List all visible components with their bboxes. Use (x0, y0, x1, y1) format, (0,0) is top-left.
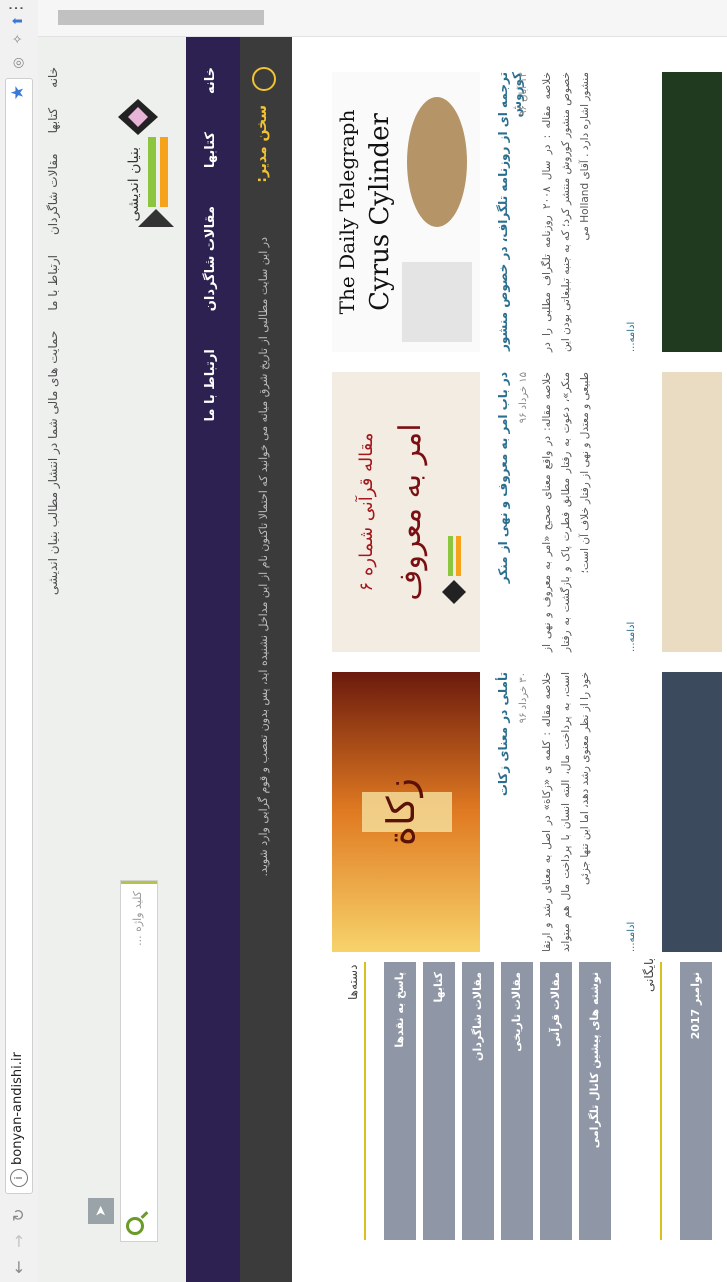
post-more-zakat[interactable]: ادامه... (626, 922, 637, 952)
category-replies[interactable]: پاسخ به نقدها (384, 962, 416, 1240)
extension-icon-2[interactable]: ✧ (10, 30, 28, 48)
post-more-telegraph[interactable]: ادامه... (626, 322, 637, 352)
browser-toolbar: ← → ↻ i bonyan-andishi.ir ★ ◎ ✧ ⬆ ⋮ (0, 0, 39, 1282)
post-date-telegraph: ۱۲ آبان ۹۶ (518, 72, 529, 116)
top-nav-contact[interactable]: ارتباط با ما (46, 255, 60, 311)
browser-menu-icon[interactable]: ⋮ (6, 0, 25, 16)
post-excerpt-amr: خلاصه مقاله: در واقع معنای صحیح «امر به … (541, 372, 591, 652)
category-student-articles[interactable]: مقالات شاگردان (462, 962, 494, 1240)
post-title-zakat[interactable]: تأملی در معنای زکات (496, 672, 510, 796)
svg-text:The Daily Telegraph: The Daily Telegraph (335, 110, 359, 315)
search-box[interactable]: کلید واژه ... (120, 880, 158, 1242)
main-content: دسته‌ها پاسخ به نقدها کتابها مقالات شاگر… (292, 37, 727, 1282)
top-nav-student-articles[interactable]: مقالات شاگردان (46, 153, 60, 235)
main-nav-contact[interactable]: ارتباط با ما (203, 349, 218, 421)
post-date-amr: ۱۵ خرداد ۹۶ (518, 372, 529, 424)
post-title-amr[interactable]: در باب امر به معروف و نهی از منکر (496, 372, 510, 583)
bookmark-star-icon[interactable]: ★ (8, 85, 28, 100)
categories-title: دسته‌ها (346, 964, 360, 1000)
url-text[interactable]: bonyan-andishi.ir (10, 1052, 25, 1165)
category-historical[interactable]: مقالات تاریخی (501, 962, 533, 1240)
post-date-zakat: ۳۰ خرداد ۹۶ (518, 672, 529, 724)
post-image-bottom-1[interactable] (662, 72, 722, 352)
logo-text: بنیان اندیشی (126, 147, 142, 222)
category-books[interactable]: کتابها (423, 962, 455, 1240)
post-card-telegraph: The Daily Telegraph Cyrus Cylinder ترجمه… (332, 72, 722, 352)
send-arrow-icon[interactable]: ➤ (88, 1198, 114, 1224)
main-nav-books[interactable]: کتابها (203, 132, 218, 168)
site-header: خانه کتابها مقالات شاگردان ارتباط با ما … (38, 37, 186, 1282)
post-excerpt-telegraph: خلاصه مقاله : در سال ۲۰۰۸ روزنامه تلگراف… (541, 72, 591, 352)
top-nav: خانه کتابها مقالات شاگردان ارتباط با ما … (46, 67, 60, 595)
main-nav-student-articles[interactable]: مقالات شاگردان (203, 206, 218, 311)
manager-note-ticker: سخن مدیر: در این سایت مطالبی از تاریخ شر… (240, 37, 292, 1282)
scrollbar-thumb[interactable] (58, 10, 264, 25)
category-telegram[interactable]: نوشته های پیشین کانال تلگرامی (579, 962, 611, 1240)
svg-text:Cyrus Cylinder: Cyrus Cylinder (365, 113, 395, 311)
top-nav-support[interactable]: حمایت های مالی شما در انتشار مطالب بنیان… (46, 331, 60, 595)
main-nav-home[interactable]: خانه (203, 67, 218, 94)
user-icon (252, 67, 276, 91)
back-arrow-icon[interactable]: ← (8, 1256, 30, 1278)
ticker-label: سخن مدیر: (254, 105, 270, 183)
post-image-zakat[interactable]: زكاة (332, 672, 480, 952)
post-excerpt-zakat: خلاصه مقاله : کلمه ی «زکاة» در اصل به مع… (541, 672, 591, 952)
reload-icon[interactable]: ↻ (8, 1204, 30, 1226)
svg-text:مقاله قرآنی شماره ۶: مقاله قرآنی شماره ۶ (354, 433, 377, 592)
extension-icon-1[interactable]: ◎ (10, 54, 28, 72)
site-info-icon[interactable]: i (10, 1169, 28, 1187)
post-image-telegraph[interactable]: The Daily Telegraph Cyrus Cylinder (332, 72, 480, 352)
post-image-amr[interactable]: مقاله قرآنی شماره ۶ امر به معروف (332, 372, 480, 652)
search-placeholder[interactable]: کلید واژه ... (131, 891, 144, 946)
main-nav: خانه کتابها مقالات شاگردان ارتباط با ما (186, 37, 240, 1282)
top-nav-books[interactable]: کتابها (46, 108, 60, 134)
svg-text:زكاة: زكاة (379, 778, 424, 846)
post-image-bottom-3[interactable] (662, 672, 722, 952)
page-scrollbar[interactable] (38, 0, 727, 37)
ticker-text: در این سایت مطالبی از تاریخ شرق میانه می… (257, 237, 270, 877)
post-card-zakat: زكاة تأملی در معنای زکات ۳۰ خرداد ۹۶ خلا… (332, 672, 722, 952)
top-nav-home[interactable]: خانه (46, 67, 60, 88)
forward-arrow-icon[interactable]: → (8, 1230, 30, 1252)
post-image-bottom-2[interactable] (662, 372, 722, 652)
archive-underline (660, 962, 662, 1240)
archive-title: بایگانی (642, 958, 656, 992)
categories-underline (364, 962, 366, 1240)
svg-text:امر به معروف: امر به معروف (393, 423, 428, 600)
post-more-amr[interactable]: ادامه... (626, 622, 637, 652)
search-icon[interactable] (126, 1217, 144, 1235)
category-quranic[interactable]: مقالات قرآنی (540, 962, 572, 1240)
archive-item[interactable]: نوامبر 2017 (680, 962, 712, 1240)
post-card-amr: مقاله قرآنی شماره ۶ امر به معروف در باب … (332, 372, 722, 652)
address-bar[interactable]: i bonyan-andishi.ir ★ (5, 78, 33, 1194)
search-accent-bar (121, 881, 157, 884)
